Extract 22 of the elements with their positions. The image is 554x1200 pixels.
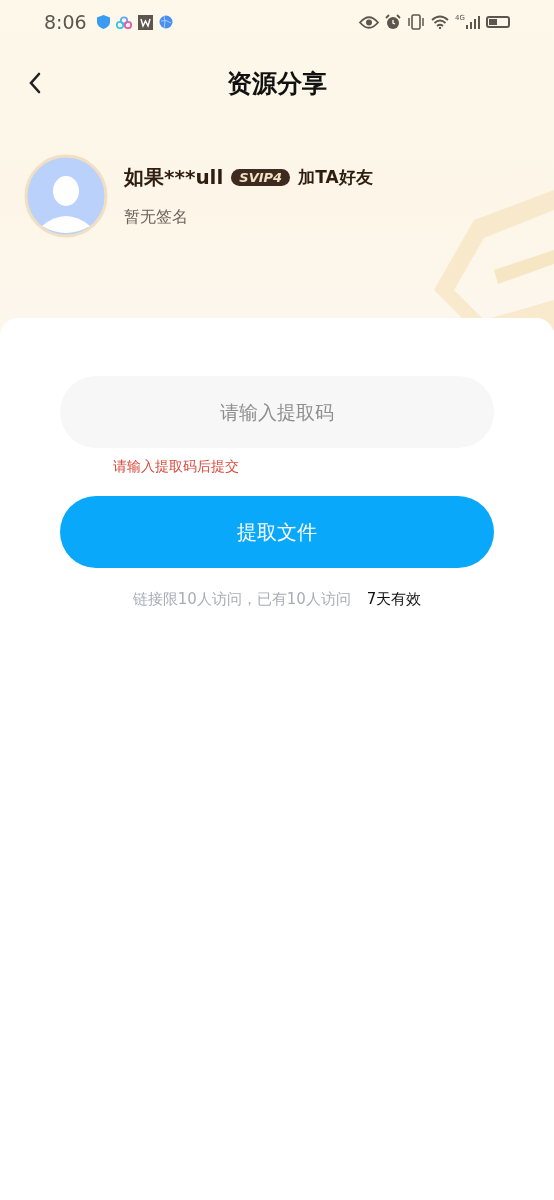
user-name: 如果***ull xyxy=(124,164,224,191)
access-limit-text: 链接限10人访问，已有10人访问 xyxy=(132,590,351,609)
signature-text: 暂无签名 xyxy=(124,207,188,228)
app-icon xyxy=(137,14,153,30)
vibrate-icon xyxy=(407,14,426,30)
eye-icon xyxy=(359,15,380,29)
cloud-icon xyxy=(115,15,132,29)
vip-badge: SVIP4 xyxy=(231,169,291,186)
error-message: 请输入提取码后提交 xyxy=(113,458,239,476)
status-time: 8:06 xyxy=(44,11,87,33)
validity-text: 7天有效 xyxy=(366,590,422,609)
alarm-icon xyxy=(385,14,402,30)
page-title: 资源分享 xyxy=(227,67,327,100)
back-icon[interactable] xyxy=(28,72,42,94)
avatar-icon xyxy=(24,154,108,238)
battery-icon xyxy=(486,16,510,28)
add-friend-link[interactable]: 加TA好友 xyxy=(298,166,373,189)
shield-icon xyxy=(96,15,110,29)
signal-icon xyxy=(466,15,480,29)
globe-icon xyxy=(158,15,173,29)
code-input-field[interactable]: 请输入提取码 xyxy=(60,376,494,448)
wifi-icon xyxy=(431,15,450,29)
